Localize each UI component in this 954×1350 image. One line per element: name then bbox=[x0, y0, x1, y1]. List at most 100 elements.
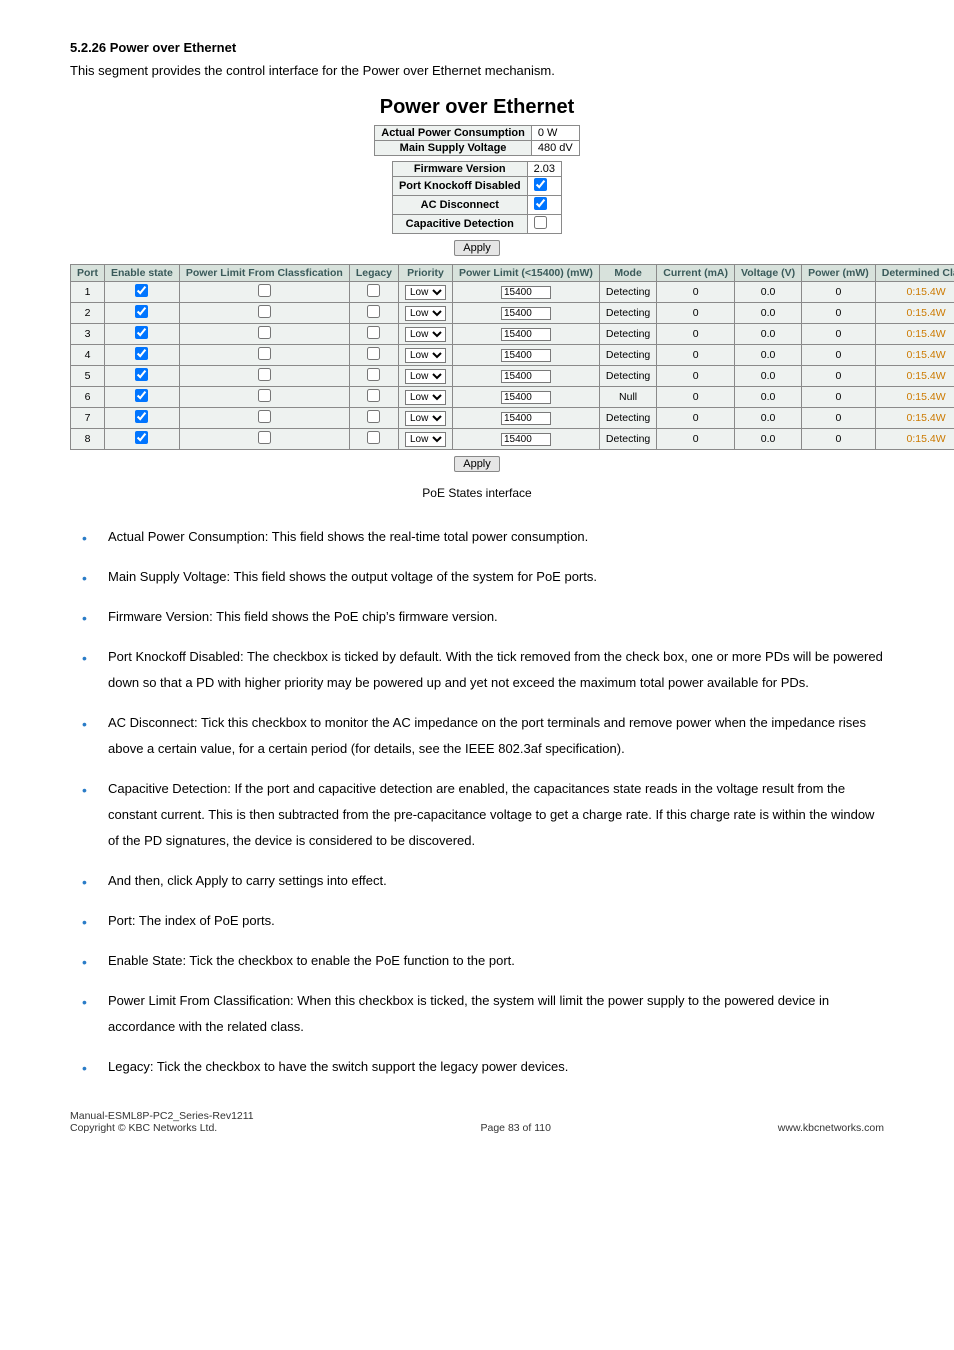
power-limit-input[interactable] bbox=[501, 391, 551, 404]
legacy-checkbox[interactable] bbox=[367, 305, 380, 318]
enable-checkbox[interactable] bbox=[135, 347, 148, 360]
cell-voltage: 0.0 bbox=[735, 303, 802, 324]
priority-select[interactable]: Low bbox=[405, 369, 446, 384]
ac-disconnect-checkbox[interactable] bbox=[534, 197, 547, 210]
enable-checkbox[interactable] bbox=[135, 431, 148, 444]
power-limit-input[interactable] bbox=[501, 349, 551, 362]
actual-power-label: Actual Power Consumption bbox=[375, 126, 532, 141]
plfc-checkbox[interactable] bbox=[258, 431, 271, 444]
list-item: Enable State: Tick the checkbox to enabl… bbox=[70, 948, 884, 974]
capacitive-detection-label: Capacitive Detection bbox=[392, 215, 527, 234]
power-limit-input[interactable] bbox=[501, 286, 551, 299]
cell-port: 8 bbox=[71, 429, 105, 450]
table-row: 1LowDetecting00.000:15.4W bbox=[71, 282, 954, 303]
plfc-checkbox[interactable] bbox=[258, 305, 271, 318]
cell-power: 0 bbox=[802, 345, 876, 366]
cell-mode: Detecting bbox=[599, 366, 656, 387]
table-row: 3LowDetecting00.000:15.4W bbox=[71, 324, 954, 345]
plfc-checkbox[interactable] bbox=[258, 368, 271, 381]
cell-detclass: 0:15.4W bbox=[875, 345, 954, 366]
legacy-checkbox[interactable] bbox=[367, 389, 380, 402]
list-item: Port: The index of PoE ports. bbox=[70, 908, 884, 934]
priority-select[interactable]: Low bbox=[405, 306, 446, 321]
capacitive-detection-checkbox[interactable] bbox=[534, 216, 547, 229]
col-detclass: Determined Class bbox=[875, 265, 954, 282]
plfc-checkbox[interactable] bbox=[258, 284, 271, 297]
power-limit-input[interactable] bbox=[501, 412, 551, 425]
enable-checkbox[interactable] bbox=[135, 389, 148, 402]
cell-power: 0 bbox=[802, 429, 876, 450]
power-limit-input[interactable] bbox=[501, 433, 551, 446]
table-row: 8LowDetecting00.000:15.4W bbox=[71, 429, 954, 450]
priority-select[interactable]: Low bbox=[405, 432, 446, 447]
cell-current: 0 bbox=[657, 366, 735, 387]
intro-text: This segment provides the control interf… bbox=[70, 63, 884, 78]
footer-page-number: Page 83 of 110 bbox=[481, 1122, 551, 1134]
priority-select[interactable]: Low bbox=[405, 390, 446, 405]
cell-voltage: 0.0 bbox=[735, 408, 802, 429]
power-info-table: Actual Power Consumption 0 W Main Supply… bbox=[374, 125, 580, 156]
cell-detclass: 0:15.4W bbox=[875, 408, 954, 429]
poe-ports-table: Port Enable state Power Limit From Class… bbox=[70, 264, 954, 450]
legacy-checkbox[interactable] bbox=[367, 368, 380, 381]
apply-button-top[interactable]: Apply bbox=[454, 240, 500, 256]
apply-button-bottom[interactable]: Apply bbox=[454, 456, 500, 472]
list-item: Legacy: Tick the checkbox to have the sw… bbox=[70, 1054, 884, 1080]
legacy-checkbox[interactable] bbox=[367, 410, 380, 423]
cell-detclass: 0:15.4W bbox=[875, 429, 954, 450]
table-row: 2LowDetecting00.000:15.4W bbox=[71, 303, 954, 324]
cell-mode: Detecting bbox=[599, 345, 656, 366]
cell-mode: Detecting bbox=[599, 429, 656, 450]
priority-select[interactable]: Low bbox=[405, 285, 446, 300]
plfc-checkbox[interactable] bbox=[258, 326, 271, 339]
cell-port: 5 bbox=[71, 366, 105, 387]
cell-voltage: 0.0 bbox=[735, 324, 802, 345]
enable-checkbox[interactable] bbox=[135, 410, 148, 423]
cell-port: 2 bbox=[71, 303, 105, 324]
list-item: Port Knockoff Disabled: The checkbox is … bbox=[70, 644, 884, 696]
list-item: Power Limit From Classification: When th… bbox=[70, 988, 884, 1040]
enable-checkbox[interactable] bbox=[135, 284, 148, 297]
cell-port: 1 bbox=[71, 282, 105, 303]
list-item: Capacitive Detection: If the port and ca… bbox=[70, 776, 884, 854]
legacy-checkbox[interactable] bbox=[367, 326, 380, 339]
power-limit-input[interactable] bbox=[501, 370, 551, 383]
footer-manual-id: Manual-ESML8P-PC2_Series-Rev1211 bbox=[70, 1110, 254, 1122]
power-limit-input[interactable] bbox=[501, 307, 551, 320]
plfc-checkbox[interactable] bbox=[258, 347, 271, 360]
knockoff-checkbox[interactable] bbox=[534, 178, 547, 191]
list-item: AC Disconnect: Tick this checkbox to mon… bbox=[70, 710, 884, 762]
actual-power-value: 0 W bbox=[531, 126, 579, 141]
main-voltage-value: 480 dV bbox=[531, 141, 579, 156]
priority-select[interactable]: Low bbox=[405, 411, 446, 426]
col-mode: Mode bbox=[599, 265, 656, 282]
plfc-checkbox[interactable] bbox=[258, 389, 271, 402]
list-item: Main Supply Voltage: This field shows th… bbox=[70, 564, 884, 590]
cell-port: 3 bbox=[71, 324, 105, 345]
priority-select[interactable]: Low bbox=[405, 327, 446, 342]
plfc-checkbox[interactable] bbox=[258, 410, 271, 423]
table-row: 5LowDetecting00.000:15.4W bbox=[71, 366, 954, 387]
legacy-checkbox[interactable] bbox=[367, 431, 380, 444]
list-item: Firmware Version: This field shows the P… bbox=[70, 604, 884, 630]
col-port: Port bbox=[71, 265, 105, 282]
firmware-version-label: Firmware Version bbox=[392, 162, 527, 177]
cell-power: 0 bbox=[802, 387, 876, 408]
table-row: 6LowNull00.000:15.4W bbox=[71, 387, 954, 408]
legacy-checkbox[interactable] bbox=[367, 284, 380, 297]
col-current: Current (mA) bbox=[657, 265, 735, 282]
footer-url: www.kbcnetworks.com bbox=[778, 1122, 884, 1134]
cell-voltage: 0.0 bbox=[735, 429, 802, 450]
enable-checkbox[interactable] bbox=[135, 305, 148, 318]
list-item: Actual Power Consumption: This field sho… bbox=[70, 524, 884, 550]
cell-detclass: 0:15.4W bbox=[875, 324, 954, 345]
col-plfc: Power Limit From Classfication bbox=[179, 265, 349, 282]
cell-port: 6 bbox=[71, 387, 105, 408]
cell-current: 0 bbox=[657, 429, 735, 450]
power-limit-input[interactable] bbox=[501, 328, 551, 341]
priority-select[interactable]: Low bbox=[405, 348, 446, 363]
enable-checkbox[interactable] bbox=[135, 368, 148, 381]
col-enable: Enable state bbox=[105, 265, 180, 282]
enable-checkbox[interactable] bbox=[135, 326, 148, 339]
legacy-checkbox[interactable] bbox=[367, 347, 380, 360]
